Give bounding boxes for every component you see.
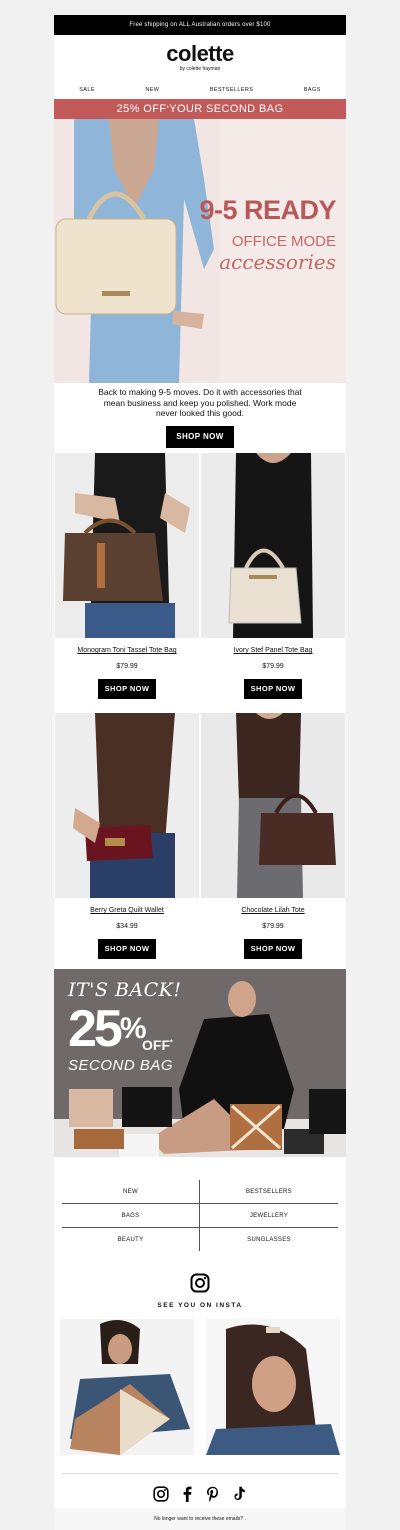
- hero-model-image: [54, 119, 219, 383]
- product-row-1: Monogram Toni Tassel Tote Bag $79.99 SHO…: [54, 453, 346, 699]
- link-sunglasses[interactable]: SUNGLASSES: [200, 1228, 338, 1251]
- insta-section: SEE YOU ON INSTA: [54, 1273, 346, 1309]
- logo-brand: colette: [166, 41, 234, 66]
- second-bag-banner[interactable]: IT'S BACK! 25% OFF* SECOND BAG: [54, 969, 346, 1157]
- banner-off: OFF*: [142, 1037, 173, 1053]
- banner-number-value: 25: [68, 1000, 123, 1058]
- banner-mark: *: [170, 1039, 173, 1047]
- link-bags[interactable]: BAGS: [62, 1204, 200, 1228]
- banner-number: 25%: [68, 1000, 147, 1058]
- promo-banner[interactable]: 25% OFF * YOUR SECOND BAG: [54, 99, 346, 119]
- logo[interactable]: colette by colette hayman: [54, 35, 346, 75]
- divider: [62, 1473, 338, 1474]
- social-icons: [54, 1486, 346, 1502]
- insta-label: SEE YOU ON INSTA: [157, 1302, 243, 1309]
- pinterest-icon[interactable]: [205, 1486, 221, 1502]
- link-beauty[interactable]: BEAUTY: [62, 1228, 200, 1251]
- email-container: Free shipping on ALL Australian orders o…: [54, 15, 346, 1530]
- product-image[interactable]: [55, 453, 199, 638]
- promo-pre: 25% OFF: [116, 103, 167, 115]
- product-row-2: Berry Greta Quilt Wallet $34.99 SHOP NOW…: [54, 713, 346, 959]
- product-name[interactable]: Chocolate Lilah Tote: [201, 907, 345, 917]
- product-name[interactable]: Berry Greta Quilt Wallet: [55, 907, 199, 917]
- product-name[interactable]: Ivory Stef Panel Tote Bag: [201, 647, 345, 657]
- banner-sub: SECOND BAG: [68, 1057, 174, 1074]
- nav-sale[interactable]: SALE: [79, 87, 95, 93]
- intro-text: Back to making 9-5 moves. Do it with acc…: [98, 387, 302, 418]
- instagram-icon[interactable]: [153, 1486, 169, 1502]
- instagram-icon[interactable]: [190, 1273, 210, 1293]
- nav-bestsellers[interactable]: BESTSELLERS: [210, 87, 254, 93]
- product-price: $79.99: [262, 923, 284, 930]
- link-new[interactable]: NEW: [62, 1180, 200, 1204]
- product-card[interactable]: Chocolate Lilah Tote $79.99 SHOP NOW: [201, 713, 345, 959]
- product-card[interactable]: Monogram Toni Tassel Tote Bag $79.99 SHO…: [55, 453, 199, 699]
- tiktok-icon[interactable]: [231, 1486, 247, 1502]
- product-shop-button[interactable]: SHOP NOW: [97, 679, 157, 699]
- footer: No longer want to receive these emails? …: [54, 1508, 346, 1530]
- promo-post: YOUR SECOND BAG: [169, 103, 284, 115]
- hero-script: accessories: [219, 250, 336, 274]
- product-image[interactable]: [55, 713, 199, 898]
- insta-photo-2[interactable]: [206, 1319, 340, 1455]
- product-card[interactable]: Berry Greta Quilt Wallet $34.99 SHOP NOW: [55, 713, 199, 959]
- link-bestsellers[interactable]: BESTSELLERS: [200, 1180, 338, 1204]
- banner-off-text: OFF: [142, 1037, 170, 1053]
- banner-headline: IT'S BACK!: [68, 979, 182, 1001]
- product-shop-button[interactable]: SHOP NOW: [243, 679, 303, 699]
- product-image[interactable]: [201, 453, 345, 638]
- hero-subtitle: OFFICE MODE: [231, 233, 336, 250]
- unsubscribe-text[interactable]: No longer want to receive these emails? …: [154, 1516, 246, 1522]
- product-image[interactable]: [201, 713, 345, 898]
- hero-title: 9-5 READY: [199, 195, 336, 225]
- logo-sub: by colette hayman: [179, 66, 221, 72]
- product-shop-button[interactable]: SHOP NOW: [243, 939, 303, 959]
- product-price: $34.99: [116, 923, 138, 930]
- insta-photo-1[interactable]: [60, 1319, 194, 1455]
- hero-banner[interactable]: 9-5 READY OFFICE MODE accessories: [54, 119, 346, 383]
- nav-bags[interactable]: BAGS: [304, 87, 321, 93]
- product-shop-button[interactable]: SHOP NOW: [97, 939, 157, 959]
- product-price: $79.99: [262, 663, 284, 670]
- shipping-bar: Free shipping on ALL Australian orders o…: [54, 15, 346, 35]
- top-nav: SALE NEW BESTSELLERS BAGS: [54, 81, 346, 99]
- category-links: NEW BESTSELLERS BAGS JEWELLERY BEAUTY SU…: [62, 1180, 338, 1251]
- insta-photos: [54, 1319, 346, 1455]
- shipping-text: Free shipping on ALL Australian orders o…: [129, 22, 271, 28]
- link-jewellery[interactable]: JEWELLERY: [200, 1204, 338, 1228]
- product-name[interactable]: Monogram Toni Tassel Tote Bag: [55, 647, 199, 657]
- product-card[interactable]: Ivory Stef Panel Tote Bag $79.99 SHOP NO…: [201, 453, 345, 699]
- nav-new[interactable]: NEW: [145, 87, 159, 93]
- product-price: $79.99: [116, 663, 138, 670]
- hero-shop-button[interactable]: SHOP NOW: [166, 425, 234, 448]
- facebook-icon[interactable]: [179, 1486, 195, 1502]
- intro-section: Back to making 9-5 moves. Do it with acc…: [54, 383, 346, 453]
- banner-percent: %: [119, 1012, 147, 1045]
